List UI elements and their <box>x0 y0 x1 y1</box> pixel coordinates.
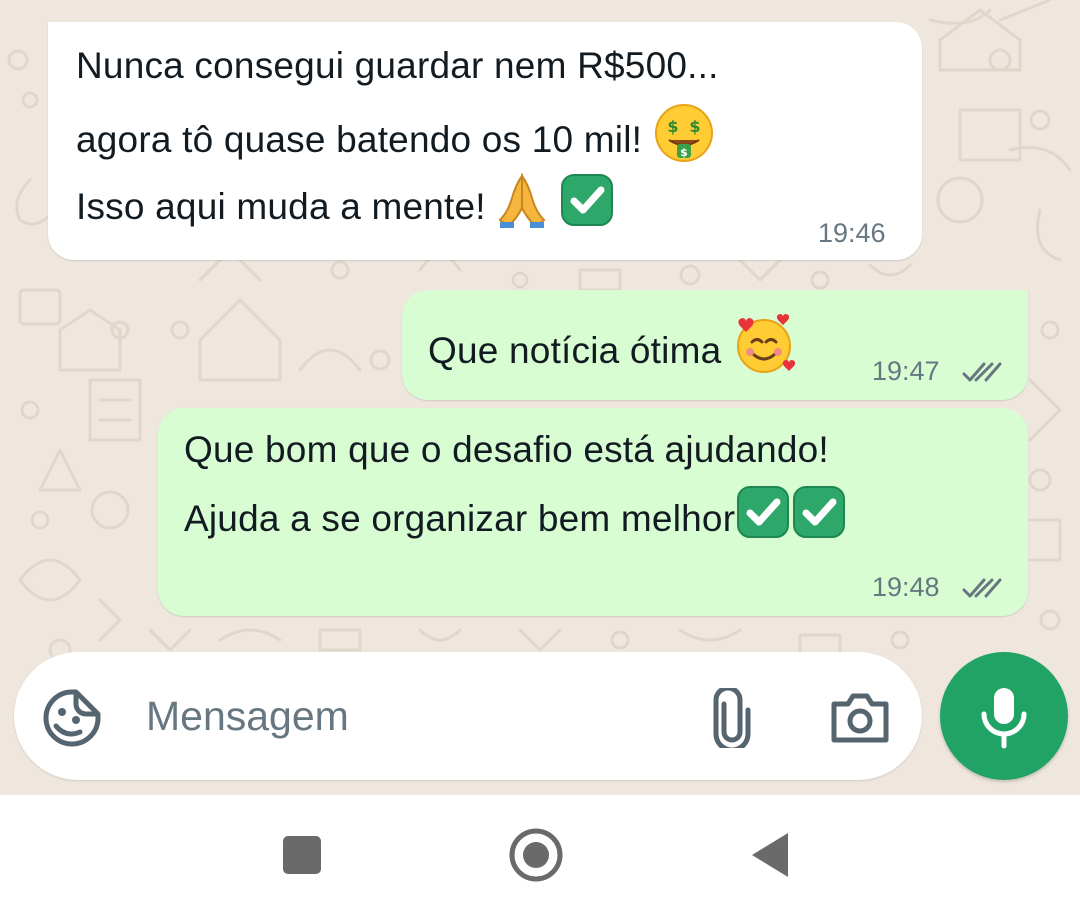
check-mark-button-emoji <box>735 484 791 550</box>
camera-icon[interactable] <box>830 692 890 744</box>
message-text-line: Nunca consegui guardar nem R$500... <box>76 45 719 86</box>
smiling-face-with-hearts-emoji <box>732 312 796 386</box>
incoming-message-bubble[interactable]: Nunca consegui guardar nem R$500... agor… <box>48 22 922 260</box>
message-timestamp: 19:47 <box>872 356 940 386</box>
message-composer <box>14 652 922 780</box>
message-text-line: Isso aqui muda a mente! <box>76 172 615 238</box>
recent-apps-icon[interactable] <box>282 835 322 875</box>
message-input[interactable] <box>146 690 666 742</box>
check-mark-button-emoji <box>791 484 847 550</box>
folded-hands-emoji <box>496 172 548 238</box>
sticker-icon[interactable] <box>42 688 102 748</box>
outgoing-message-bubble[interactable]: Que bom que o desafio está ajudando! Aju… <box>158 408 1028 616</box>
message-text-line: agora tô quase batendo os 10 mil! $ $ $ <box>76 104 715 174</box>
message-text-line: Ajuda a se organizar bem melhor <box>184 486 847 550</box>
message-text-line: Que bom que o desafio está ajudando! <box>184 429 829 470</box>
message-timestamp: 19:48 <box>872 572 940 602</box>
outgoing-message-bubble[interactable]: Que notícia ótima 19:47 <box>402 290 1028 400</box>
double-check-read-icon <box>962 578 1002 598</box>
double-check-read-icon <box>962 362 1002 382</box>
mic-button[interactable] <box>940 652 1068 780</box>
svg-text:$: $ <box>667 117 678 136</box>
home-icon[interactable] <box>508 827 564 883</box>
attach-icon[interactable] <box>712 688 752 748</box>
money-mouth-face-emoji: $ $ $ <box>653 102 715 174</box>
check-mark-button-emoji <box>559 172 615 238</box>
svg-text:$: $ <box>680 146 688 159</box>
message-timestamp: 19:46 <box>818 218 886 248</box>
navigation-bar <box>0 795 1080 923</box>
message-text-line: Que notícia ótima <box>428 314 796 386</box>
mic-icon <box>981 688 1027 749</box>
back-icon[interactable] <box>750 831 790 879</box>
svg-text:$: $ <box>689 117 700 136</box>
